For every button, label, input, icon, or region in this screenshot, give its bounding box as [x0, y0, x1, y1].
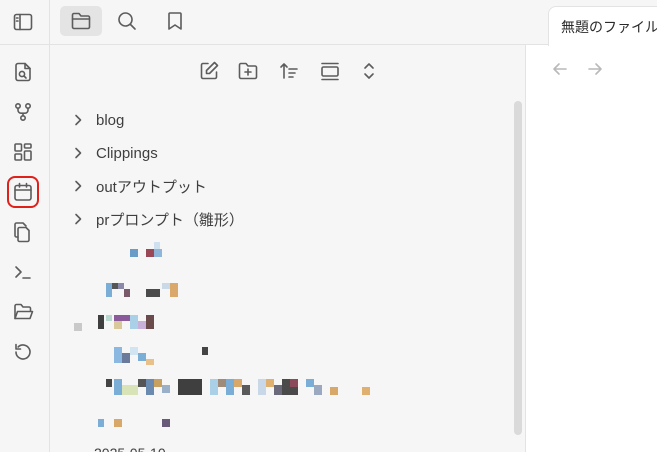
- collapse-icon: [319, 60, 341, 82]
- calendar-icon: [12, 181, 34, 203]
- tab-strip: 無題のファイル: [526, 0, 657, 46]
- chevron-right-icon: [70, 112, 86, 128]
- new-folder-icon: [237, 60, 259, 82]
- expand-all-button[interactable]: [355, 57, 383, 85]
- arrow-left-icon: [551, 60, 569, 78]
- folder-open-icon: [12, 301, 34, 323]
- new-note-button[interactable]: [195, 57, 223, 85]
- chevron-right-icon: [70, 145, 86, 161]
- new-note-icon: [198, 60, 220, 82]
- bookmark-icon: [164, 10, 186, 32]
- folder-icon: [70, 10, 92, 32]
- chevron-right-icon: [70, 211, 86, 227]
- ribbon-top: [0, 0, 50, 45]
- sidebar-toggle-icon: [12, 11, 34, 33]
- new-folder-button[interactable]: [234, 57, 262, 85]
- file-search-icon: [12, 61, 34, 83]
- ribbon-copy-button[interactable]: [9, 218, 37, 246]
- obscured-row-3: [74, 315, 154, 331]
- folder-item-blog[interactable]: blog: [70, 107, 124, 133]
- folder-label: outアウトプット: [96, 178, 207, 196]
- file-explorer: blog Clippings outアウトプット prプロンプト（雛形）: [50, 45, 526, 452]
- forward-button[interactable]: [584, 58, 606, 80]
- obscured-row-6: [98, 419, 170, 427]
- obscured-file-list: [74, 242, 370, 427]
- tab-bookmarks[interactable]: [154, 6, 196, 36]
- ribbon-grid-button[interactable]: [9, 138, 37, 166]
- arrow-right-icon: [586, 60, 604, 78]
- tab-search[interactable]: [106, 6, 148, 36]
- ribbon-folder-open-button[interactable]: [9, 298, 37, 326]
- sort-button[interactable]: [275, 57, 303, 85]
- back-button[interactable]: [549, 58, 571, 80]
- tab-title: 無題のファイル: [561, 19, 657, 35]
- copy-icon: [12, 221, 34, 243]
- search-icon: [116, 10, 138, 32]
- left-ribbon: [0, 45, 50, 452]
- folder-item-output[interactable]: outアウトプット: [70, 173, 207, 199]
- ribbon-calendar-button[interactable]: [7, 176, 39, 208]
- ribbon-history-button[interactable]: [9, 338, 37, 366]
- obscured-row-1: [130, 242, 162, 257]
- graph-icon: [12, 101, 34, 123]
- folder-label: prプロンプト（雛形）: [96, 211, 244, 229]
- ribbon-terminal-button[interactable]: [9, 258, 37, 286]
- obscured-row-4: [114, 347, 208, 365]
- folder-item-prompt[interactable]: prプロンプト（雛形）: [70, 206, 244, 232]
- ribbon-graph-button[interactable]: [9, 98, 37, 126]
- grid-icon: [12, 141, 34, 163]
- terminal-icon: [12, 261, 34, 283]
- expand-all-icon: [358, 60, 380, 82]
- obscured-row-5: [106, 379, 370, 395]
- obscured-row-2: [106, 283, 178, 297]
- partial-date-item[interactable]: 2025-05-10: [94, 445, 166, 452]
- document-tab[interactable]: 無題のファイル: [548, 6, 657, 46]
- sort-icon: [278, 60, 300, 82]
- main-area: 無題のファイル: [526, 0, 657, 452]
- history-icon: [12, 341, 34, 363]
- explorer-scrollbar[interactable]: [514, 101, 522, 435]
- folder-label: Clippings: [96, 144, 158, 162]
- folder-label: blog: [96, 111, 125, 129]
- chevron-right-icon: [70, 178, 86, 194]
- tab-files[interactable]: [60, 6, 102, 36]
- sidebar-tab-header: [50, 0, 526, 45]
- folder-item-clippings[interactable]: Clippings: [70, 140, 158, 166]
- collapse-button[interactable]: [316, 57, 344, 85]
- sidebar-toggle-button[interactable]: [9, 8, 37, 36]
- ribbon-file-search-button[interactable]: [9, 58, 37, 86]
